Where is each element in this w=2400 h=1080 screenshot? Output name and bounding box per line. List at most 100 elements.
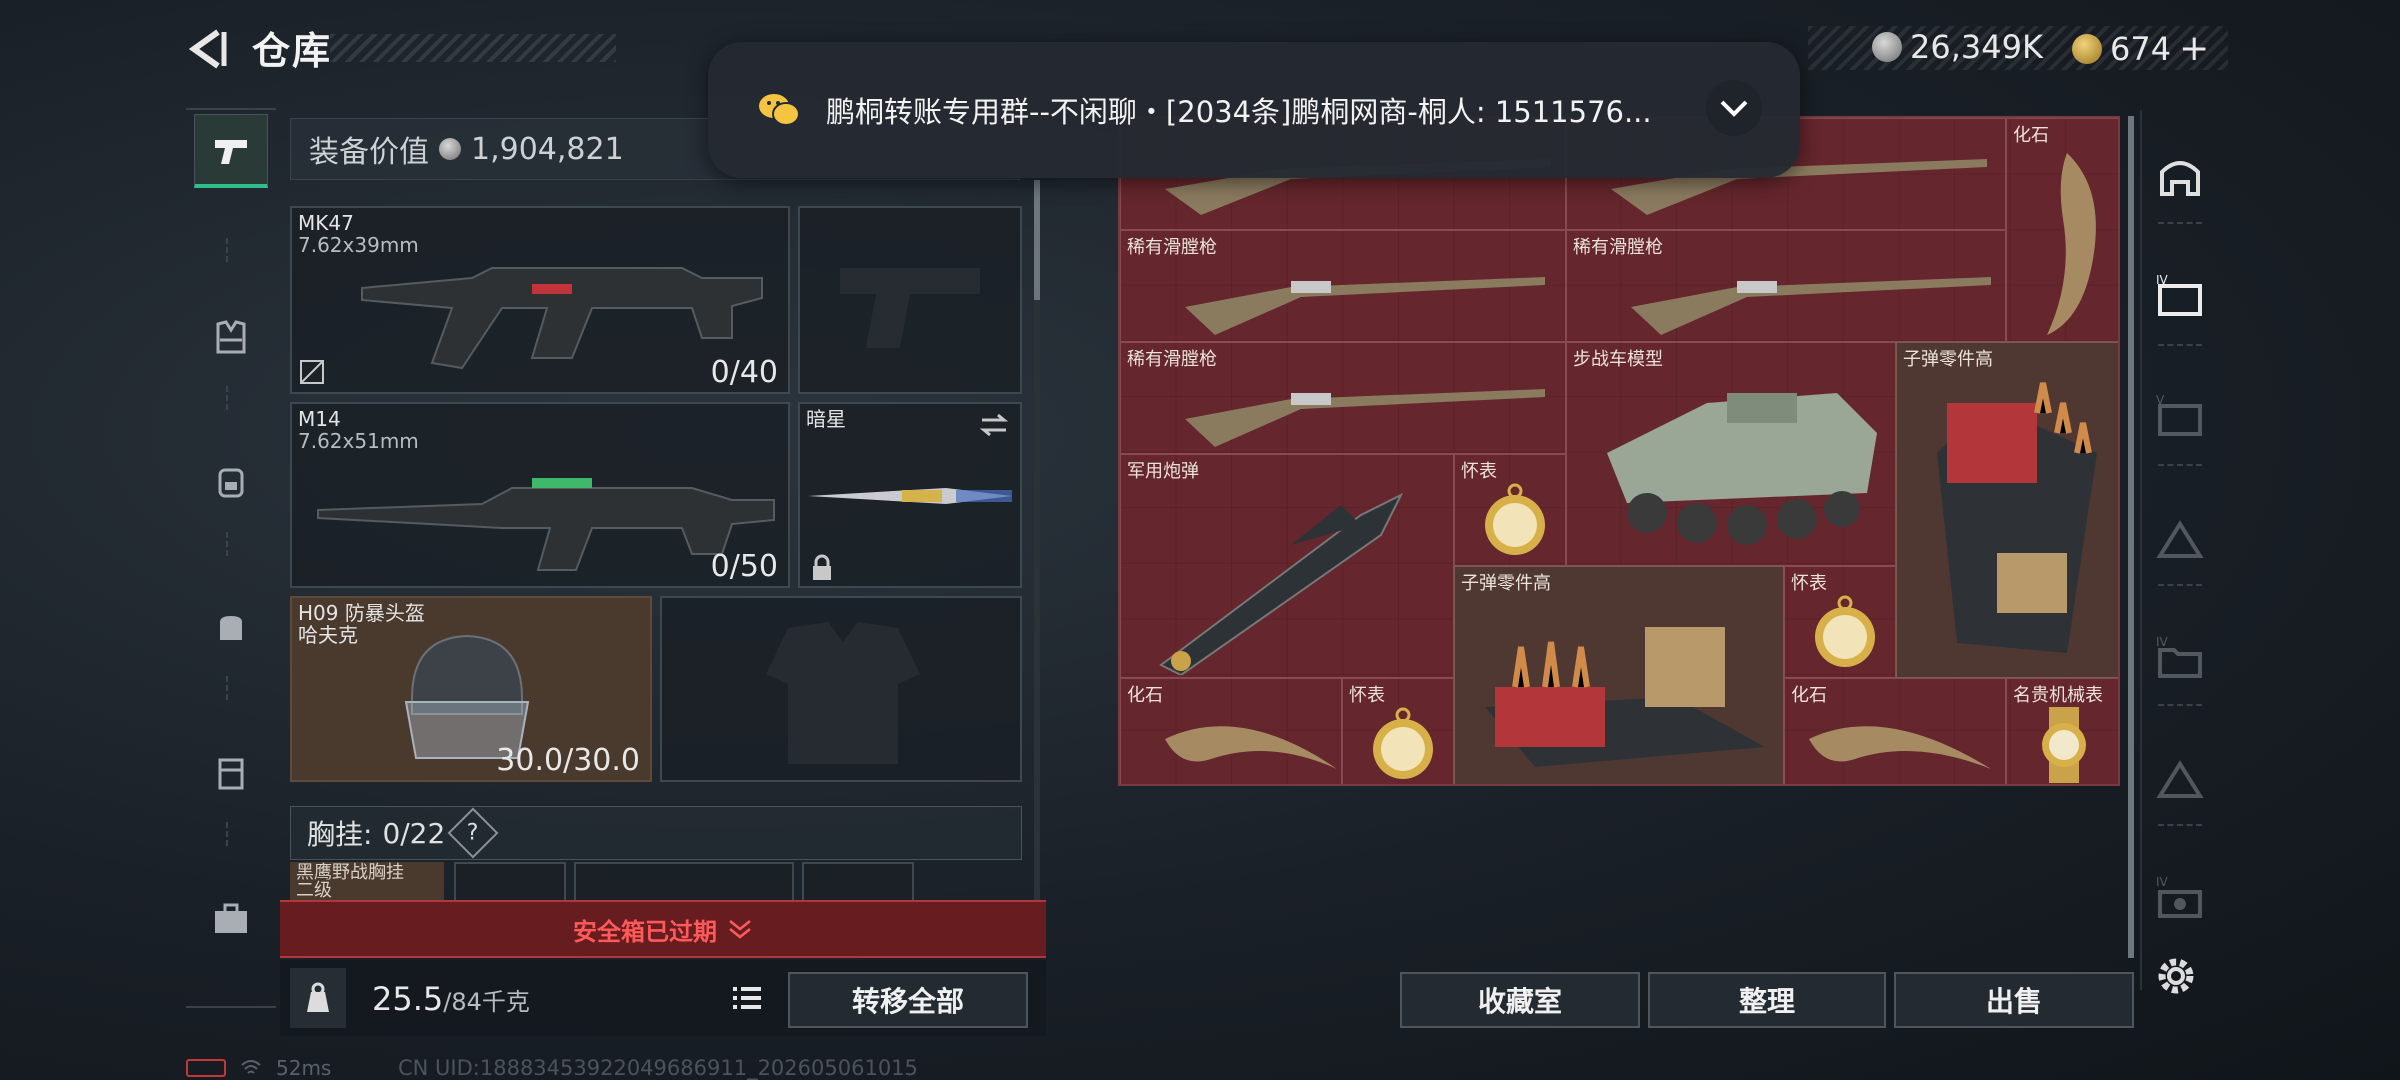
item-name: 名贵机械表	[2013, 685, 2103, 706]
ping-value: 52ms	[276, 1056, 332, 1080]
safebox-expired-banner[interactable]: 安全箱已过期	[280, 900, 1046, 958]
tab-storage-4[interactable]: IV	[2152, 630, 2208, 686]
tab-storage-1[interactable]: IV	[2152, 268, 2208, 324]
rig-cell[interactable]	[574, 862, 794, 902]
tab-storage-5[interactable]	[2152, 750, 2208, 806]
storage-item[interactable]: 子弹零件高	[1454, 566, 1784, 784]
settings-button[interactable]	[2150, 950, 2202, 1002]
melee-name: 暗星	[806, 407, 846, 431]
category-bag[interactable]	[194, 590, 268, 664]
tab-storage-3[interactable]	[2152, 510, 2208, 566]
storage-item[interactable]: 名贵机械表	[2006, 678, 2118, 784]
armor-silhouette-icon	[766, 622, 920, 764]
category-rail	[186, 108, 276, 1008]
storage-item[interactable]: 怀表	[1454, 454, 1566, 566]
weight-icon	[307, 982, 329, 1012]
category-weapons[interactable]	[194, 114, 268, 188]
tab-storage-overview[interactable]	[2152, 148, 2208, 204]
tab-level: IV	[2156, 635, 2169, 649]
weapon-ammo: 0/40	[710, 355, 778, 390]
equipment-value-amount: 1,904,821	[471, 131, 624, 167]
chevron-down-icon	[1720, 100, 1748, 117]
no-attachment-icon	[300, 360, 324, 384]
silver-coin-icon	[439, 138, 461, 160]
rig-cell[interactable]	[802, 862, 914, 902]
status-bar: 52ms	[186, 1056, 331, 1080]
storage-tent-icon	[2156, 760, 2204, 798]
container-icon	[218, 758, 244, 790]
storage-item[interactable]: 化石	[1120, 678, 1342, 784]
rig-cell[interactable]	[454, 862, 566, 902]
equipment-scrollbar-thumb[interactable]	[1034, 180, 1040, 300]
rail-divider	[2158, 824, 2202, 826]
storage-item[interactable]: 怀表	[1784, 566, 1896, 678]
lock-icon	[813, 554, 831, 580]
gold-coin-icon	[2072, 33, 2102, 64]
wechat-notification[interactable]: 鹏桐转账专用群--不闲聊・[2034条]鹏桐网商-桐人: 1511576...	[708, 42, 1800, 178]
storage-arch-icon	[2160, 161, 2200, 196]
add-currency-button[interactable]: +	[2179, 28, 2209, 69]
melee-slot[interactable]: 暗星	[798, 402, 1022, 588]
help-glyph: ?	[467, 820, 480, 846]
armor-slot[interactable]	[660, 596, 1022, 782]
tab-storage-6[interactable]: IV	[2152, 870, 2208, 926]
gold-currency[interactable]: 674 +	[2072, 28, 2209, 69]
sort-button[interactable]: 整理	[1648, 972, 1886, 1028]
storage-item[interactable]: 稀有滑膛枪	[1566, 230, 2006, 342]
title-decoration	[330, 34, 616, 62]
sell-button[interactable]: 出售	[1894, 972, 2134, 1028]
storage-item[interactable]: 步战车模型	[1566, 342, 1896, 566]
storage-item[interactable]: 化石	[1784, 678, 2006, 784]
gear-icon	[2158, 958, 2194, 994]
secondary-weapon-slot[interactable]: M14 7.62x51mm 0/50	[290, 402, 790, 588]
fossil-claw-icon	[2047, 153, 2096, 335]
vest-icon	[216, 320, 246, 354]
category-case[interactable]	[194, 882, 268, 956]
notification-text: 鹏桐转账专用群--不闲聊・[2034条]鹏桐网商-桐人: 1511576...	[826, 95, 1652, 129]
storage-item[interactable]: 怀表	[1342, 678, 1454, 784]
helmet-slot[interactable]: H09 防暴头盔 哈夫克 30.0/30.0	[290, 596, 652, 782]
wifi-icon	[241, 1060, 261, 1074]
notification-expand-button[interactable]	[1706, 80, 1762, 136]
help-icon[interactable]: ?	[447, 807, 499, 859]
silver-amount: 26,349K	[1910, 28, 2043, 66]
storage-grid: 化石 稀有滑膛枪 稀有滑膛枪 稀有滑膛枪 步战车模型 子弹零件高 军用炮弹 怀表…	[1118, 116, 2120, 786]
chest-rig-item[interactable]: 黑鹰野战胸挂 二级	[290, 862, 444, 902]
rail-divider	[226, 676, 228, 700]
storage-folder-icon: IV	[2156, 635, 2202, 678]
list-icon	[733, 987, 761, 1009]
musket-icon	[1185, 277, 1545, 335]
bag-icon	[220, 616, 242, 640]
chest-rig-bar: 胸挂: 0/22 ?	[290, 806, 1022, 860]
storage-item[interactable]: 军用炮弹	[1120, 454, 1454, 678]
safebox-status: 安全箱已过期	[573, 917, 717, 946]
pistol-icon	[215, 139, 247, 164]
storage-tent-icon	[2156, 520, 2204, 558]
storage-item[interactable]: 稀有滑膛枪	[1120, 230, 1566, 342]
category-vest[interactable]	[194, 300, 268, 374]
artillery-shell-icon	[1159, 492, 1404, 675]
chest-rig-item-sub: 二级	[296, 880, 332, 901]
storage-item[interactable]: 稀有滑膛枪	[1120, 342, 1566, 454]
storage-item[interactable]: 子弹零件高	[1896, 342, 2118, 678]
storage-scrollbar[interactable]	[2128, 116, 2134, 958]
swap-icon[interactable]	[978, 412, 1010, 438]
mk47-rifle-icon	[361, 267, 763, 370]
back-button[interactable]	[184, 26, 230, 72]
chevron-down-icon	[729, 920, 751, 939]
user-uid: CN UID:18883453922049686911_202605061015	[398, 1056, 918, 1080]
back-arrow-icon	[188, 29, 227, 69]
list-view-button[interactable]	[724, 978, 770, 1018]
ammo-parts-crate-icon	[1485, 627, 1765, 767]
collection-room-button[interactable]: 收藏室	[1400, 972, 1640, 1028]
transfer-all-button[interactable]: 转移全部	[788, 972, 1028, 1028]
category-backpack[interactable]	[194, 444, 268, 518]
tab-level: IV	[2156, 875, 2169, 889]
category-container[interactable]	[194, 736, 268, 810]
primary-weapon-slot[interactable]: MK47 7.62x39mm 0/40	[290, 206, 790, 394]
carry-weight: 25.5/84千克	[372, 980, 530, 1018]
storage-item[interactable]: 化石	[2006, 118, 2118, 342]
tab-storage-2[interactable]: V	[2152, 388, 2208, 444]
pistol-slot[interactable]	[798, 206, 1022, 394]
item-name: 化石	[1127, 685, 1163, 706]
